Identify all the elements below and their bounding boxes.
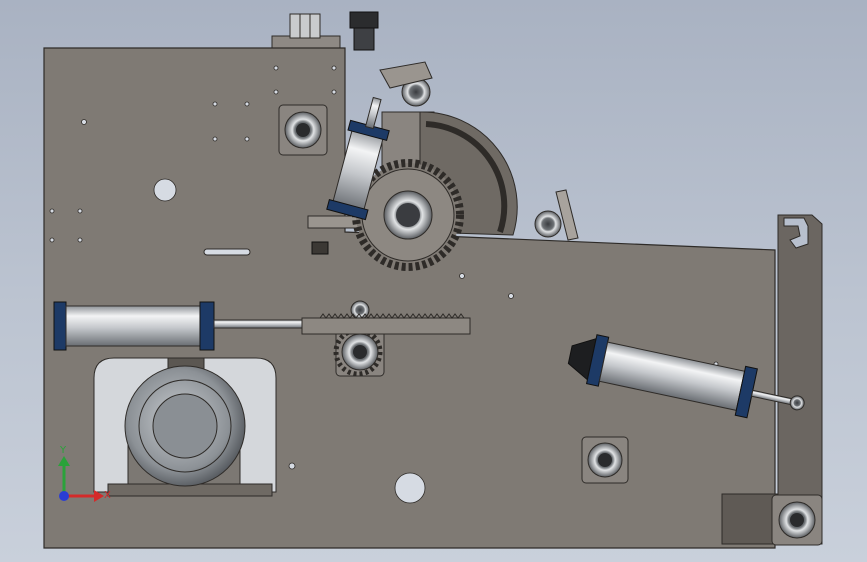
bottom-right-block[interactable] <box>721 493 778 545</box>
top-motor-stub[interactable] <box>349 11 379 51</box>
slot-hole <box>203 248 251 256</box>
triad-x-label: X <box>104 490 111 501</box>
electric-motor[interactable] <box>124 365 246 487</box>
cad-viewport[interactable]: Y X <box>0 0 867 562</box>
small-square-block <box>311 241 329 255</box>
bearing-unit-lower-right[interactable] <box>581 436 629 484</box>
lever-arm[interactable] <box>555 189 579 241</box>
bearing-unit-upper-left[interactable] <box>278 104 328 156</box>
top-mount-block[interactable] <box>271 13 341 49</box>
triad-y-label: Y <box>59 445 67 456</box>
bearing-unit-corner[interactable] <box>771 494 823 546</box>
assembly-drawing: Y X <box>43 11 823 549</box>
